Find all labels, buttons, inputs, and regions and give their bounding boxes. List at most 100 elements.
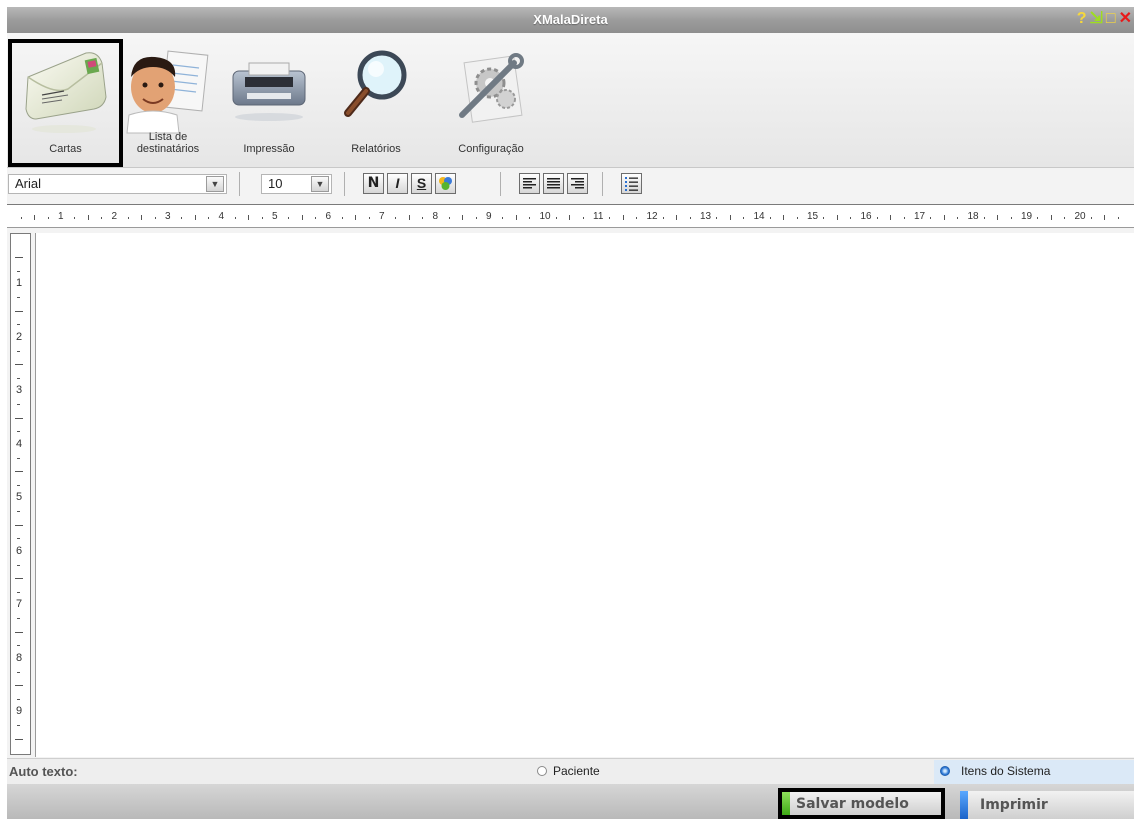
help-icon[interactable]: ? <box>1077 9 1087 29</box>
ruler-tick <box>17 645 20 647</box>
ruler-tick <box>17 457 20 459</box>
ruler-tick <box>716 217 718 219</box>
ruler-tick <box>676 215 678 220</box>
save-template-label: Salvar modelo <box>796 796 909 812</box>
ruler-tick <box>943 215 945 220</box>
ribbon-item-configuracao[interactable]: Configuração <box>443 39 539 163</box>
align-right-icon <box>571 178 584 189</box>
ruler-tick <box>582 217 584 219</box>
ruler-tick <box>17 324 20 326</box>
ruler-tick <box>15 257 23 259</box>
ruler-tick <box>17 270 20 272</box>
ribbon-item-relatorios[interactable]: Relatórios <box>333 39 419 163</box>
person-list-icon <box>126 50 209 134</box>
ribbon-label: Cartas <box>49 143 82 155</box>
divider <box>500 172 501 196</box>
autotext-bar: Auto texto: Paciente Itens do Sistema <box>7 758 1134 785</box>
ruler-tick <box>622 215 624 220</box>
ruler-number: 16 <box>860 211 872 222</box>
ruler-tick <box>17 591 20 593</box>
ruler-number: 20 <box>1074 211 1086 222</box>
ruler-number: 4 <box>16 437 23 450</box>
align-center-button[interactable] <box>543 173 564 194</box>
printer-icon <box>232 62 306 121</box>
underline-button[interactable]: S <box>411 173 432 194</box>
chevron-down-icon[interactable]: ▼ <box>206 176 224 192</box>
autotext-label: Auto texto: <box>9 764 78 779</box>
envelope-icon <box>24 52 107 133</box>
print-button[interactable]: Imprimir <box>960 791 1134 819</box>
align-right-button[interactable] <box>567 173 588 194</box>
ribbon-item-impressao[interactable]: Impressão <box>221 39 317 163</box>
ruler-number: 15 <box>807 211 819 222</box>
ruler-tick <box>194 215 196 220</box>
ruler-tick <box>261 217 263 219</box>
italic-button[interactable]: I <box>387 173 408 194</box>
ruler-number: 10 <box>539 211 551 222</box>
ribbon-item-cartas[interactable]: Cartas <box>8 39 123 167</box>
ribbon-label: Lista de destinatários <box>136 131 200 155</box>
color-button[interactable] <box>435 173 456 194</box>
ruler-tick <box>15 578 23 580</box>
ruler-tick <box>17 404 20 406</box>
ribbon: Cartas Lista de destinatários Impressão … <box>7 33 1134 168</box>
ruler-tick <box>17 698 20 700</box>
ruler-tick <box>796 217 798 219</box>
ruler-tick <box>17 484 20 486</box>
ruler-number: 3 <box>165 211 171 222</box>
ruler-tick <box>15 364 23 366</box>
align-left-button[interactable] <box>519 173 540 194</box>
ruler-tick <box>823 217 825 219</box>
ruler-tick <box>662 217 664 219</box>
ruler-number: 7 <box>379 211 385 222</box>
color-palette-icon <box>439 177 452 190</box>
ruler-tick <box>127 217 129 219</box>
ruler-tick <box>74 217 76 219</box>
font-size-value: 10 <box>268 176 283 191</box>
ruler-tick <box>87 215 89 220</box>
ruler-number: 2 <box>111 211 118 222</box>
ruler-tick <box>141 215 143 220</box>
maximize-icon[interactable]: □ <box>1106 9 1116 29</box>
ruler-tick <box>555 217 557 219</box>
ruler-tick <box>248 215 250 220</box>
ruler-tick <box>34 215 36 220</box>
ruler-number: 9 <box>16 705 23 717</box>
ruler-tick <box>15 631 23 633</box>
bullet-list-icon <box>625 177 638 191</box>
ruler-tick <box>17 431 20 433</box>
ruler-number: 18 <box>967 211 979 222</box>
font-select[interactable]: Arial ▼ <box>8 174 227 194</box>
bullet-list-button[interactable] <box>621 173 642 194</box>
divider <box>602 172 603 196</box>
minimize-icon[interactable]: ⇲ <box>1090 9 1103 29</box>
ribbon-item-destinatarios[interactable]: Lista de destinatários <box>123 39 213 163</box>
ruler-tick <box>101 217 103 219</box>
bold-button[interactable]: N <box>363 173 384 194</box>
ruler-tick <box>15 471 23 473</box>
ruler-tick <box>47 217 49 219</box>
ribbon-label: Configuração <box>458 143 524 155</box>
ruler-number: 17 <box>914 211 926 222</box>
ruler-number: 5 <box>16 491 23 503</box>
align-left-icon <box>523 178 536 189</box>
ruler-tick <box>17 564 20 566</box>
ruler-tick <box>636 217 638 219</box>
system-items-option: Itens do Sistema <box>934 760 1134 784</box>
radio-itens-sistema[interactable] <box>940 766 950 776</box>
ruler-number: 11 <box>593 211 604 222</box>
save-template-button[interactable]: Salvar modelo <box>778 788 945 819</box>
magnifier-icon <box>344 50 407 117</box>
ruler-tick <box>876 217 878 219</box>
font-size-select[interactable]: 10 ▼ <box>261 174 332 194</box>
ruler-number: 12 <box>646 211 658 222</box>
ruler-tick <box>154 217 156 219</box>
ruler-tick <box>903 217 905 219</box>
close-icon[interactable]: ✕ <box>1119 9 1132 29</box>
app-window: XMalaDireta ? ⇲ □ ✕ Cartas Lista de dest… <box>7 7 1134 819</box>
ruler-tick <box>17 350 20 352</box>
document-editor[interactable] <box>35 233 1134 757</box>
chevron-down-icon[interactable]: ▼ <box>311 176 329 192</box>
radio-paciente[interactable] <box>537 766 547 776</box>
ruler-number: 13 <box>700 211 712 222</box>
